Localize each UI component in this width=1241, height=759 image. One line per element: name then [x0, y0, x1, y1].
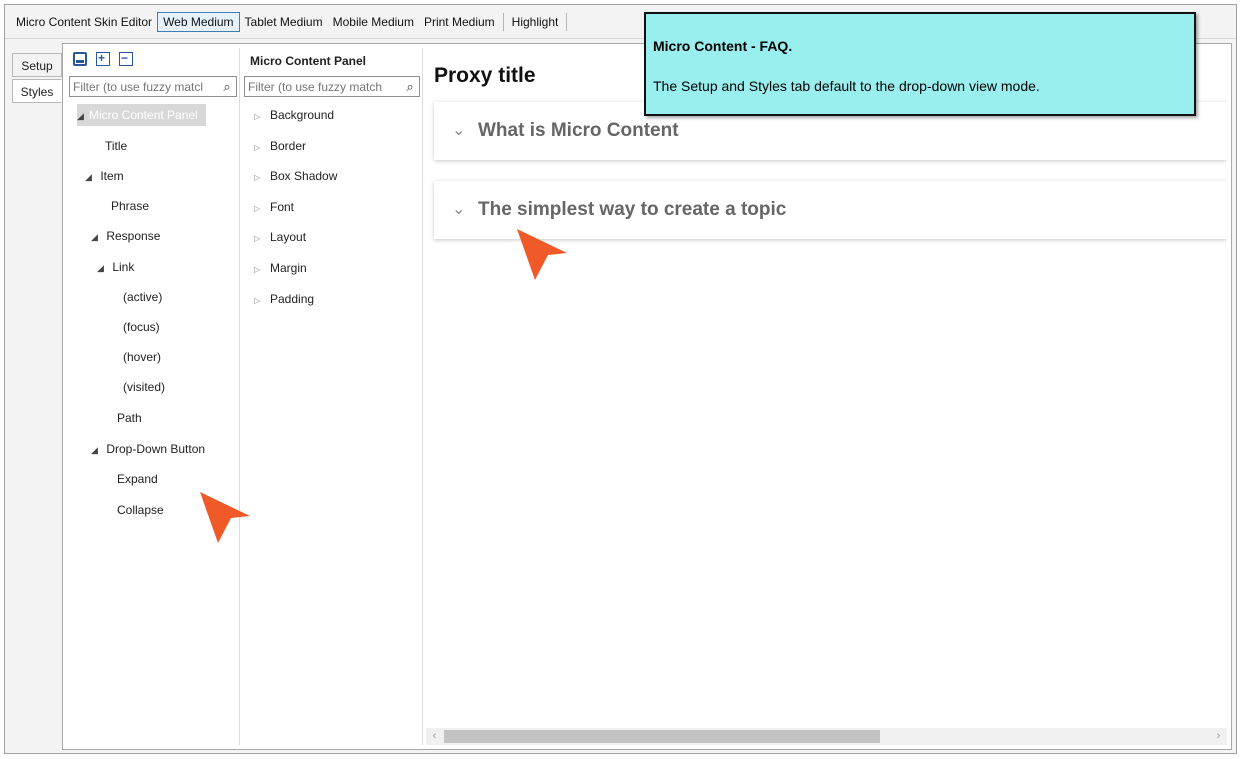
property-group-padding[interactable]: ▷ Padding [254, 288, 314, 310]
horizontal-scrollbar[interactable]: ‹ › [426, 728, 1227, 745]
toolbar-divider [566, 12, 568, 31]
pointer-arrow-icon [200, 492, 250, 543]
collapsed-arrow-icon[interactable]: ▷ [254, 137, 270, 159]
pointer-arrow-icon [517, 229, 567, 280]
expanded-arrow-icon[interactable]: ◢ [91, 226, 103, 248]
toolbar-divider [502, 12, 504, 31]
tree-item-path[interactable]: Path [117, 407, 142, 429]
collapsed-arrow-icon[interactable]: ▷ [254, 198, 270, 220]
tab-web-medium[interactable]: Web Medium [157, 11, 240, 32]
chevron-down-icon[interactable]: ⌄ [452, 199, 465, 219]
property-group-background[interactable]: ▷ Background [254, 104, 334, 126]
collapsed-arrow-icon[interactable]: ▷ [254, 259, 270, 281]
callout-note: Micro Content - FAQ. The Setup and Style… [644, 12, 1196, 116]
scrollbar-thumb[interactable] [444, 730, 880, 743]
expanded-arrow-icon[interactable]: ◢ [91, 439, 103, 461]
preview-pane: Proxy title ⌄ What is Micro Content ⌄ Th… [426, 48, 1227, 745]
expand-all-icon[interactable]: + [96, 51, 110, 66]
styles-frame: + − ⌕ ◢Micro Content Panel Title ◢ Item … [62, 43, 1232, 750]
tree-item-item[interactable]: ◢ Item [85, 165, 124, 187]
property-group-layout[interactable]: ▷ Layout [254, 226, 306, 248]
expanded-arrow-icon[interactable]: ◢ [77, 105, 89, 127]
tree-item-active[interactable]: (active) [123, 286, 162, 308]
tab-print-medium[interactable]: Print Medium [419, 13, 500, 31]
tab-styles[interactable]: Styles [12, 79, 62, 103]
tree-item-micro-content-panel[interactable]: ◢ Micro Content Panel [77, 104, 206, 126]
dropdown-view-icon[interactable] [73, 52, 87, 66]
faq-question: What is Micro Content [478, 120, 679, 141]
tree-item-visited[interactable]: (visited) [123, 376, 165, 398]
tree-item-collapse[interactable]: Collapse [117, 499, 164, 521]
proxy-title: Proxy title [434, 64, 536, 87]
element-filter-field[interactable]: ⌕ [69, 76, 237, 97]
collapsed-arrow-icon[interactable]: ▷ [254, 290, 270, 312]
highlight-button[interactable]: Highlight [507, 13, 564, 31]
property-filter-input[interactable] [245, 79, 401, 94]
tab-skin-editor[interactable]: Micro Content Skin Editor [11, 13, 157, 31]
tab-mobile-medium[interactable]: Mobile Medium [328, 13, 419, 31]
tree-item-drop-down-button[interactable]: ◢ Drop-Down Button [91, 438, 205, 460]
scroll-left-icon[interactable]: ‹ [426, 728, 443, 745]
element-filter-input[interactable] [70, 79, 218, 94]
tab-tablet-medium[interactable]: Tablet Medium [240, 13, 328, 31]
scroll-right-icon[interactable]: › [1210, 728, 1227, 745]
tree-item-phrase[interactable]: Phrase [111, 195, 149, 217]
collapse-all-icon[interactable]: − [119, 51, 133, 66]
skin-editor-window: Micro Content Skin Editor Web Medium Tab… [4, 4, 1237, 754]
tree-item-link[interactable]: ◢ Link [97, 256, 134, 278]
callout-title: Micro Content - FAQ. [653, 38, 793, 54]
property-filter-field[interactable]: ⌕ [244, 76, 420, 97]
chevron-down-icon[interactable]: ⌄ [452, 120, 465, 140]
property-group-margin[interactable]: ▷ Margin [254, 257, 307, 279]
property-group-border[interactable]: ▷ Border [254, 135, 306, 157]
callout-body: The Setup and Styles tab default to the … [653, 78, 1040, 94]
collapsed-arrow-icon[interactable]: ▷ [254, 167, 270, 189]
tree-item-title[interactable]: Title [105, 135, 127, 157]
element-tree-pane: + − ⌕ ◢Micro Content Panel Title ◢ Item … [67, 48, 240, 745]
tree-item-focus[interactable]: (focus) [123, 316, 160, 338]
tree-view-toolbar: + − [73, 51, 133, 66]
search-icon[interactable]: ⌕ [401, 79, 419, 95]
collapsed-arrow-icon[interactable]: ▷ [254, 228, 270, 250]
tree-item-hover[interactable]: (hover) [123, 346, 161, 368]
tab-setup[interactable]: Setup [12, 53, 62, 77]
expanded-arrow-icon[interactable]: ◢ [85, 166, 97, 188]
search-icon[interactable]: ⌕ [218, 79, 236, 95]
property-group-box-shadow[interactable]: ▷ Box Shadow [254, 165, 337, 187]
tree-item-expand[interactable]: Expand [117, 468, 158, 490]
collapsed-arrow-icon[interactable]: ▷ [254, 106, 270, 128]
property-pane: Micro Content Panel ⌕ ▷Background ▷Borde… [242, 48, 423, 745]
property-group-font[interactable]: ▷ Font [254, 196, 294, 218]
tree-item-response[interactable]: ◢ Response [91, 225, 160, 247]
expanded-arrow-icon[interactable]: ◢ [97, 257, 109, 279]
property-pane-title: Micro Content Panel [250, 54, 367, 68]
faq-question: The simplest way to create a topic [478, 199, 787, 220]
